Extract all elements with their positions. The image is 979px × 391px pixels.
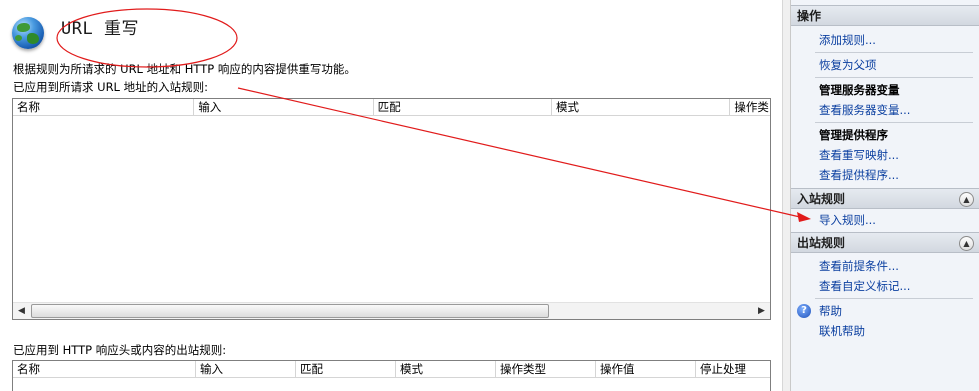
revert-to-parent-link[interactable]: 恢复为父项 — [791, 55, 979, 75]
inbound-rules-label: 已应用到所请求 URL 地址的入站规则: — [13, 80, 208, 94]
outbound-rules-section-title: 出站规则 — [797, 236, 846, 250]
main-pane: URL 重写 根据规则为所请求的 URL 地址和 HTTP 响应的内容提供重写功… — [0, 0, 782, 391]
manage-providers-title: 管理提供程序 — [819, 128, 888, 142]
horizontal-scrollbar[interactable]: ◀ ▶ — [13, 302, 770, 319]
view-providers-link[interactable]: 查看提供程序... — [791, 165, 979, 185]
outbound-rules-label: 已应用到 HTTP 响应头或内容的出站规则: — [13, 343, 227, 357]
column-header-input[interactable]: 输入 — [196, 361, 296, 378]
outbound-rules-grid[interactable]: 名称 输入 匹配 模式 操作类型 操作值 停止处理 — [12, 360, 771, 391]
view-custom-tags-link[interactable]: 查看自定义标记... — [791, 276, 979, 296]
help-label: 帮助 — [819, 304, 842, 318]
chevron-up-icon[interactable]: ▲ — [959, 192, 974, 207]
inbound-grid-header: 名称 输入 匹配 模式 操作类 — [13, 99, 770, 116]
column-header-name[interactable]: 名称 — [13, 361, 196, 378]
column-header-name[interactable]: 名称 — [13, 99, 195, 116]
divider — [815, 77, 973, 78]
manage-server-variables-title: 管理服务器变量 — [819, 83, 900, 97]
scroll-left-arrow-icon[interactable]: ◀ — [13, 303, 30, 319]
scroll-thumb[interactable] — [31, 304, 549, 318]
outbound-rules-section-header: 出站规则 ▲ — [791, 232, 979, 253]
view-server-variables-link[interactable]: 查看服务器变量... — [791, 100, 979, 120]
inbound-rules-section-title: 入站规则 — [797, 192, 846, 206]
divider — [815, 298, 973, 299]
add-rule-link[interactable]: 添加规则... — [791, 30, 979, 50]
column-header-action-value[interactable]: 操作值 — [596, 361, 696, 378]
column-header-match[interactable]: 匹配 — [296, 361, 396, 378]
view-preconditions-link[interactable]: 查看前提条件... — [791, 256, 979, 276]
import-rules-link[interactable]: 导入规则... — [791, 210, 979, 230]
column-header-pattern[interactable]: 模式 — [552, 99, 731, 116]
feature-description: 根据规则为所请求的 URL 地址和 HTTP 响应的内容提供重写功能。 — [13, 62, 356, 76]
inbound-rules-grid[interactable]: 名称 输入 匹配 模式 操作类 ◀ ▶ — [12, 98, 771, 320]
scroll-right-arrow-icon[interactable]: ▶ — [753, 303, 770, 319]
help-link[interactable]: ? 帮助 — [791, 301, 979, 321]
actions-pane: 操作 添加规则... 恢复为父项 管理服务器变量 查看服务器变量... 管理提供… — [790, 0, 979, 391]
divider — [815, 122, 973, 123]
column-header-action-type[interactable]: 操作类型 — [496, 361, 596, 378]
page-title: URL 重写 — [61, 19, 139, 39]
globe-icon — [12, 17, 44, 49]
inbound-rules-section-header: 入站规则 ▲ — [791, 188, 979, 209]
divider — [815, 52, 973, 53]
column-header-input[interactable]: 输入 — [194, 99, 374, 116]
vertical-scrollbar[interactable] — [782, 0, 790, 391]
view-rewrite-maps-link[interactable]: 查看重写映射... — [791, 145, 979, 165]
column-header-pattern[interactable]: 模式 — [396, 361, 496, 378]
column-header-match[interactable]: 匹配 — [374, 99, 552, 116]
column-header-action-type[interactable]: 操作类 — [730, 99, 770, 116]
chevron-up-icon[interactable]: ▲ — [959, 236, 974, 251]
outbound-grid-header: 名称 输入 匹配 模式 操作类型 操作值 停止处理 — [13, 361, 770, 378]
help-icon: ? — [797, 304, 811, 318]
online-help-link[interactable]: 联机帮助 — [791, 321, 979, 341]
actions-header: 操作 — [791, 5, 979, 26]
column-header-stop-processing[interactable]: 停止处理 — [696, 361, 770, 378]
